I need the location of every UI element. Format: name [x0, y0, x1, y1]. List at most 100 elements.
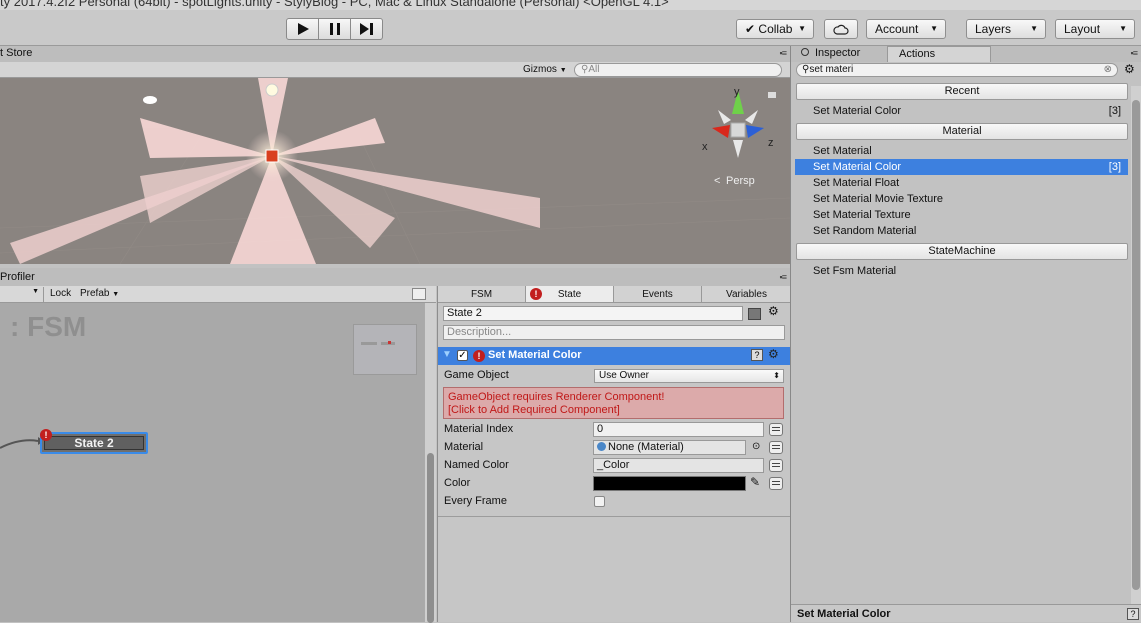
maximize-icon[interactable] — [412, 288, 426, 300]
light-source-icon[interactable] — [265, 149, 279, 163]
account-label: Account — [875, 22, 919, 36]
persp-label[interactable]: Persp — [726, 175, 755, 187]
chevron-down-icon: ▼ — [1119, 24, 1127, 33]
account-dropdown[interactable]: Account ▼ — [866, 19, 946, 39]
menu-dots-icon[interactable]: ▪≡ — [1131, 48, 1139, 58]
game-object-label: Game Object — [444, 369, 509, 381]
scene-toolbar: Gizmos ▼ ⚲All — [0, 62, 790, 78]
tab-actions[interactable]: Actions — [887, 46, 991, 62]
category-recent[interactable]: Recent — [796, 83, 1128, 100]
gear-icon[interactable]: ⚙ — [768, 304, 779, 318]
scene-viewport[interactable]: y x z Persp < — [0, 78, 790, 264]
pause-button[interactable] — [318, 18, 351, 40]
step-button[interactable] — [350, 18, 383, 40]
material-object-field[interactable]: None (Material) — [593, 440, 746, 455]
tab-variables[interactable]: Variables — [702, 286, 791, 303]
action-item[interactable]: Set Fsm Material — [795, 263, 1128, 279]
selected-action-name: Set Material Color — [797, 608, 891, 620]
gear-icon[interactable]: ⚙ — [1124, 62, 1135, 76]
scrollbar-thumb[interactable] — [1132, 100, 1140, 590]
fsm-toolbar: ▼ Lock Prefab ▼ — [0, 286, 436, 303]
lock-button[interactable]: Lock — [50, 288, 71, 299]
state-name-input[interactable]: State 2 — [443, 306, 743, 321]
tab-state-label: State — [557, 289, 582, 300]
fsm-graph-canvas[interactable]: : FSM State 2 ! — [0, 303, 424, 622]
help-icon[interactable]: ? — [751, 349, 763, 361]
persp-arrow-icon: < — [714, 175, 720, 187]
tab-inspector[interactable]: Inspector — [815, 47, 860, 59]
action-item[interactable]: Set Random Material — [795, 223, 1128, 239]
every-frame-checkbox[interactable] — [594, 496, 605, 507]
eyedropper-icon[interactable]: ✎ — [750, 475, 760, 489]
named-color-label: Named Color — [444, 459, 509, 471]
error-icon: ! — [40, 429, 52, 441]
action-item[interactable]: Set Material Movie Texture — [795, 191, 1128, 207]
prefab-dropdown[interactable]: Prefab ▼ — [80, 288, 119, 299]
asset-store-tab[interactable]: t Store — [0, 47, 32, 59]
step-icon — [360, 23, 373, 35]
named-color-input[interactable]: _Color — [593, 458, 764, 473]
fsm-selector-dropdown[interactable]: ▼ — [0, 287, 44, 302]
actions-scrollbar[interactable] — [1131, 86, 1141, 606]
action-item[interactable]: Set Material — [795, 143, 1128, 159]
clear-search-icon[interactable]: ⊗ — [1104, 64, 1112, 76]
window-title: ty 2017.4.2f2 Personal (64bit) - spotLig… — [0, 0, 669, 9]
collab-icon: ✔ — [745, 22, 756, 36]
help-icon[interactable]: ? — [1127, 608, 1139, 620]
error-message-box[interactable]: GameObject requires Renderer Component! … — [443, 387, 784, 419]
menu-dots-icon[interactable]: ▪≡ — [780, 48, 788, 58]
orientation-gizmo[interactable] — [712, 90, 764, 158]
collapse-triangle-icon[interactable]: ▼ — [442, 349, 452, 360]
action-item[interactable]: Set Material Texture — [795, 207, 1128, 223]
scene-search-input[interactable]: ⚲All — [574, 63, 782, 77]
gear-icon[interactable]: ⚙ — [768, 347, 779, 361]
axis-y-label: y — [734, 86, 740, 98]
sun-icon[interactable] — [265, 83, 279, 97]
cloud-button[interactable] — [824, 19, 858, 39]
layers-dropdown[interactable]: Layers ▼ — [966, 19, 1046, 39]
description-input[interactable]: Description... — [443, 325, 785, 340]
color-field[interactable] — [593, 476, 746, 491]
action-enabled-checkbox[interactable]: ✓ — [457, 350, 468, 361]
layout-dropdown[interactable]: Layout ▼ — [1055, 19, 1135, 39]
info-icon — [801, 48, 809, 56]
category-statemachine[interactable]: StateMachine — [796, 243, 1128, 260]
fsm-vertical-scrollbar[interactable] — [424, 303, 436, 623]
play-button[interactable] — [286, 18, 319, 40]
chevron-down-icon: ▼ — [930, 24, 938, 33]
action-item[interactable]: Set Material Color [3] — [795, 103, 1128, 119]
material-index-input[interactable]: 0 — [593, 422, 764, 437]
action-item-count: [3] — [1108, 161, 1121, 173]
action-header[interactable]: ▼ ✓ ! Set Material Color ? ⚙ — [438, 347, 791, 365]
menu-dots-icon[interactable]: ▪≡ — [780, 272, 788, 282]
play-icon — [297, 23, 309, 35]
graph-minimap[interactable] — [353, 324, 417, 375]
gizmos-dropdown[interactable]: Gizmos ▼ — [518, 63, 568, 77]
category-material[interactable]: Material — [796, 123, 1128, 140]
action-item[interactable]: Set Material Float — [795, 175, 1128, 191]
axis-z-label: z — [768, 137, 774, 149]
action-item-count: [3] — [1108, 105, 1121, 117]
tab-state[interactable]: ! State — [526, 286, 614, 303]
profiler-tab[interactable]: Profiler — [0, 271, 35, 283]
chevron-down-icon: ▼ — [559, 67, 567, 74]
variable-toggle-button[interactable] — [769, 423, 783, 436]
state-node[interactable]: State 2 — [40, 432, 148, 454]
lock-icon[interactable] — [768, 92, 776, 98]
variable-toggle-button[interactable] — [769, 459, 783, 472]
action-item-label: Set Material Color — [813, 161, 902, 173]
window-title-bar: ty 2017.4.2f2 Personal (64bit) - spotLig… — [0, 0, 1141, 10]
collab-button[interactable]: ✔ Collab ▼ — [736, 19, 814, 39]
tab-fsm[interactable]: FSM — [438, 286, 526, 303]
error-icon: ! — [473, 350, 485, 362]
actions-search-input[interactable]: ⚲set materi ⊗ — [796, 63, 1118, 77]
variable-toggle-button[interactable] — [769, 477, 783, 490]
object-picker-icon[interactable]: ⊙ — [752, 441, 760, 452]
tab-events[interactable]: Events — [614, 286, 702, 303]
material-index-label: Material Index — [444, 423, 514, 435]
variable-toggle-button[interactable] — [769, 441, 783, 454]
action-item-selected[interactable]: Set Material Color [3] — [795, 159, 1128, 175]
scrollbar-thumb[interactable] — [427, 453, 434, 623]
state-color-swatch[interactable] — [748, 308, 761, 320]
game-object-dropdown[interactable]: Use Owner ⬍ — [594, 369, 784, 383]
